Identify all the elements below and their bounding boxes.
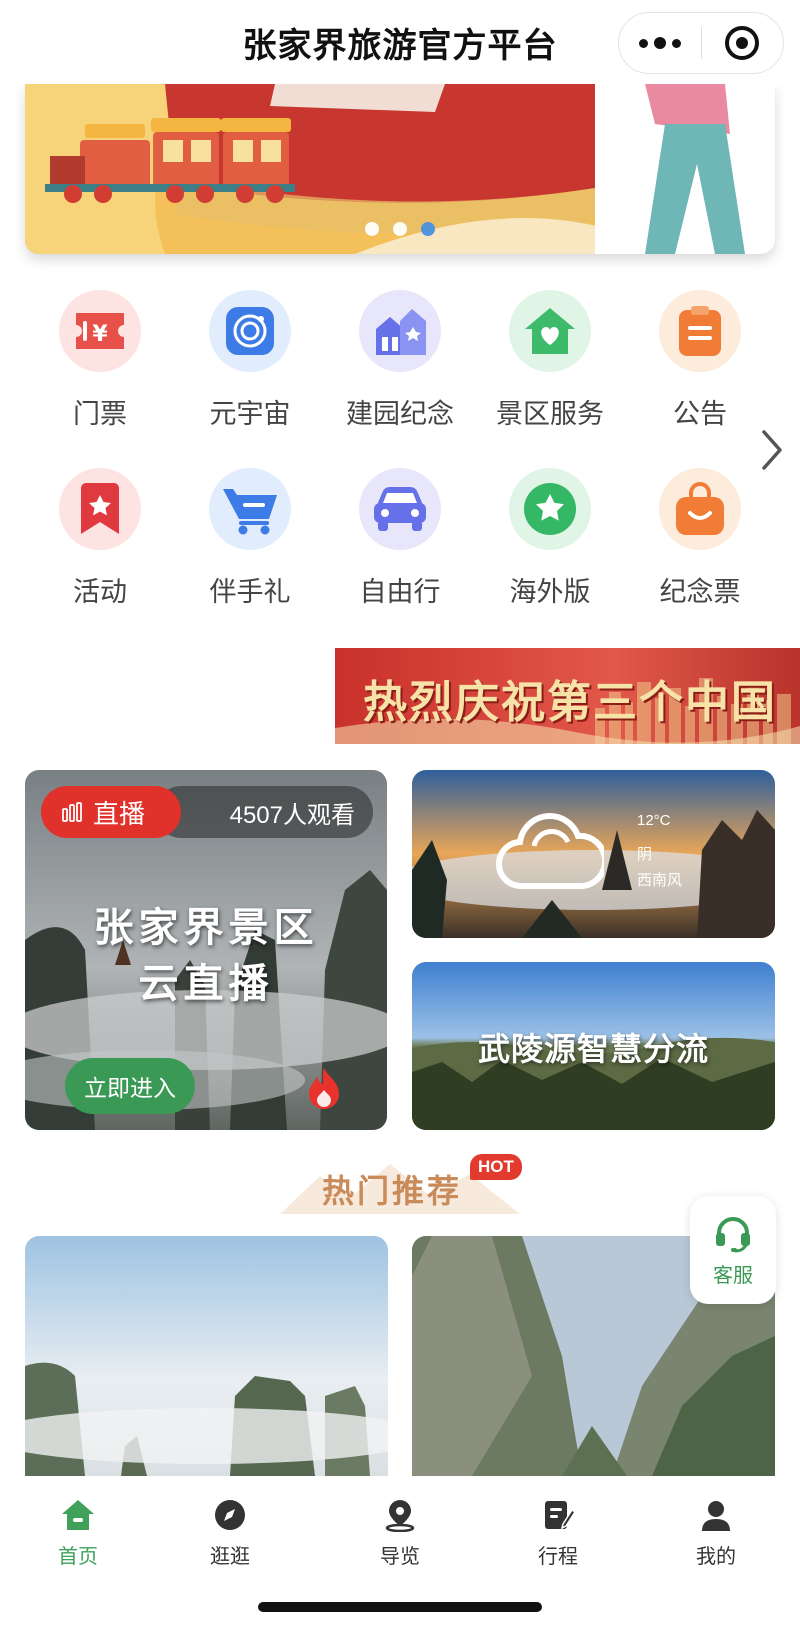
live-badge: 直播 xyxy=(41,786,181,838)
svg-text:¥: ¥ xyxy=(92,322,108,347)
smart-flow-card[interactable]: 武陵源智慧分流 xyxy=(412,962,775,1130)
map-pin-icon xyxy=(385,1500,415,1532)
carousel-dot-active[interactable] xyxy=(421,222,435,236)
more-menu-button[interactable] xyxy=(619,13,701,73)
grid-item-commemorative-ticket[interactable]: 纪念票 xyxy=(625,468,775,646)
bottom-tab-bar: 首页 逛逛 导览 行程 我的 xyxy=(0,1476,800,1638)
weather-temperature: 12°C xyxy=(637,812,671,829)
grid-item-label: 建园纪念 xyxy=(346,399,454,429)
shopping-bag-icon xyxy=(659,468,741,550)
tab-profile[interactable]: 我的 xyxy=(656,1498,776,1569)
tab-label: 导览 xyxy=(380,1546,420,1568)
home-icon xyxy=(62,1500,94,1530)
home-heart-icon xyxy=(509,290,591,372)
tab-label: 行程 xyxy=(538,1546,578,1568)
live-title: 张家界景区 云直播 xyxy=(25,900,387,1012)
grid-item-metaverse[interactable]: 元宇宙 xyxy=(175,290,325,468)
close-button[interactable] xyxy=(702,13,784,73)
grid-item-label: 纪念票 xyxy=(659,577,741,607)
weather-condition: 阴 xyxy=(637,846,653,863)
live-badge-label: 直播 xyxy=(93,798,146,829)
live-title-line1: 张家界景区 xyxy=(93,904,319,951)
close-ring-icon xyxy=(725,26,760,60)
banner-carousel[interactable] xyxy=(25,84,775,254)
viewer-count: 4507人观看 xyxy=(155,786,373,838)
mini-program-capsule xyxy=(618,12,784,74)
carousel-dot[interactable] xyxy=(393,222,407,236)
grid-row: ¥ 门票 元宇宙 建园纪念 景区服务 公告 xyxy=(25,290,775,468)
grid-item-label: 公告 xyxy=(673,399,727,429)
grid-item-label: 自由行 xyxy=(359,577,441,607)
fire-icon xyxy=(309,1068,339,1109)
flow-title: 武陵源智慧分流 xyxy=(477,1031,709,1067)
celebration-banner[interactable]: 热烈庆祝第三个中国 xyxy=(335,648,800,744)
tab-label: 逛逛 xyxy=(210,1546,250,1568)
home-indicator xyxy=(258,1602,542,1612)
weather-card[interactable]: 12°C 阴 西南风 xyxy=(412,770,775,938)
live-title-line2: 云直播 xyxy=(138,960,274,1007)
signal-bars-icon xyxy=(62,802,82,822)
grid-item-label: 景区服务 xyxy=(496,399,604,429)
chevron-right-icon[interactable] xyxy=(758,428,786,472)
grid-item-label: 元宇宙 xyxy=(209,399,291,429)
grid-item-anniversary[interactable]: 建园纪念 xyxy=(325,290,475,468)
itinerary-icon xyxy=(545,1501,575,1530)
grid-item-label: 海外版 xyxy=(509,577,591,607)
celebration-text: 热烈庆祝第三个中国 xyxy=(363,678,777,727)
carousel-dot[interactable] xyxy=(365,222,379,236)
recommend-image-misty-peaks xyxy=(25,1236,388,1476)
tab-label: 我的 xyxy=(696,1546,736,1568)
cart-icon xyxy=(209,468,291,550)
star-badge-icon xyxy=(509,468,591,550)
recommend-card[interactable] xyxy=(25,1236,388,1476)
grid-item-scenic-service[interactable]: 景区服务 xyxy=(475,290,625,468)
weather-wind: 西南风 xyxy=(637,872,683,889)
grid-item-self-drive[interactable]: 自由行 xyxy=(325,468,475,646)
tab-explore[interactable]: 逛逛 xyxy=(170,1498,290,1569)
carousel-indicator xyxy=(25,222,775,236)
clipboard-icon xyxy=(659,290,741,372)
grid-item-events[interactable]: 活动 xyxy=(25,468,175,646)
car-icon xyxy=(359,468,441,550)
grid-item-label: 活动 xyxy=(73,577,127,607)
customer-service-label: 客服 xyxy=(713,1264,753,1287)
cloud-icon xyxy=(496,813,604,890)
weather-info: 12°C 阴 西南风 xyxy=(637,808,682,894)
tab-itinerary[interactable]: 行程 xyxy=(498,1498,618,1569)
compass-icon xyxy=(215,1500,245,1530)
metaverse-icon xyxy=(209,290,291,372)
grid-item-souvenir[interactable]: 伴手礼 xyxy=(175,468,325,646)
nav-header: 张家界旅游官方平台 xyxy=(0,0,800,84)
building-icon xyxy=(359,290,441,372)
hot-recommend-heading: 热门推荐 HOT xyxy=(280,1154,522,1224)
grid-item-label: 门票 xyxy=(73,399,127,429)
bookmark-star-icon xyxy=(59,468,141,550)
grid-item-tickets[interactable]: ¥ 门票 xyxy=(25,290,175,468)
grid-item-notice[interactable]: 公告 xyxy=(625,290,775,468)
grid-item-overseas[interactable]: 海外版 xyxy=(475,468,625,646)
headset-icon xyxy=(716,1216,750,1252)
tab-label: 首页 xyxy=(58,1546,98,1568)
user-icon xyxy=(702,1501,730,1531)
hot-recommend-title: 热门推荐 xyxy=(322,1173,463,1209)
tab-guide[interactable]: 导览 xyxy=(340,1498,460,1569)
grid-item-label: 伴手礼 xyxy=(209,577,291,607)
ticket-icon: ¥ xyxy=(59,290,141,372)
quick-entry-grid: ¥ 门票 元宇宙 建园纪念 景区服务 公告 活动 伴手礼 自由行 海外版 纪念票 xyxy=(25,290,775,646)
grid-row: 活动 伴手礼 自由行 海外版 纪念票 xyxy=(25,468,775,646)
tab-home[interactable]: 首页 xyxy=(18,1498,138,1569)
hot-badge: HOT xyxy=(470,1154,522,1180)
live-stream-card[interactable]: 4507人观看 直播 张家界景区 云直播 立即进入 xyxy=(25,770,387,1130)
enter-live-button[interactable]: 立即进入 xyxy=(65,1058,195,1114)
customer-service-button[interactable]: 客服 xyxy=(690,1196,776,1304)
